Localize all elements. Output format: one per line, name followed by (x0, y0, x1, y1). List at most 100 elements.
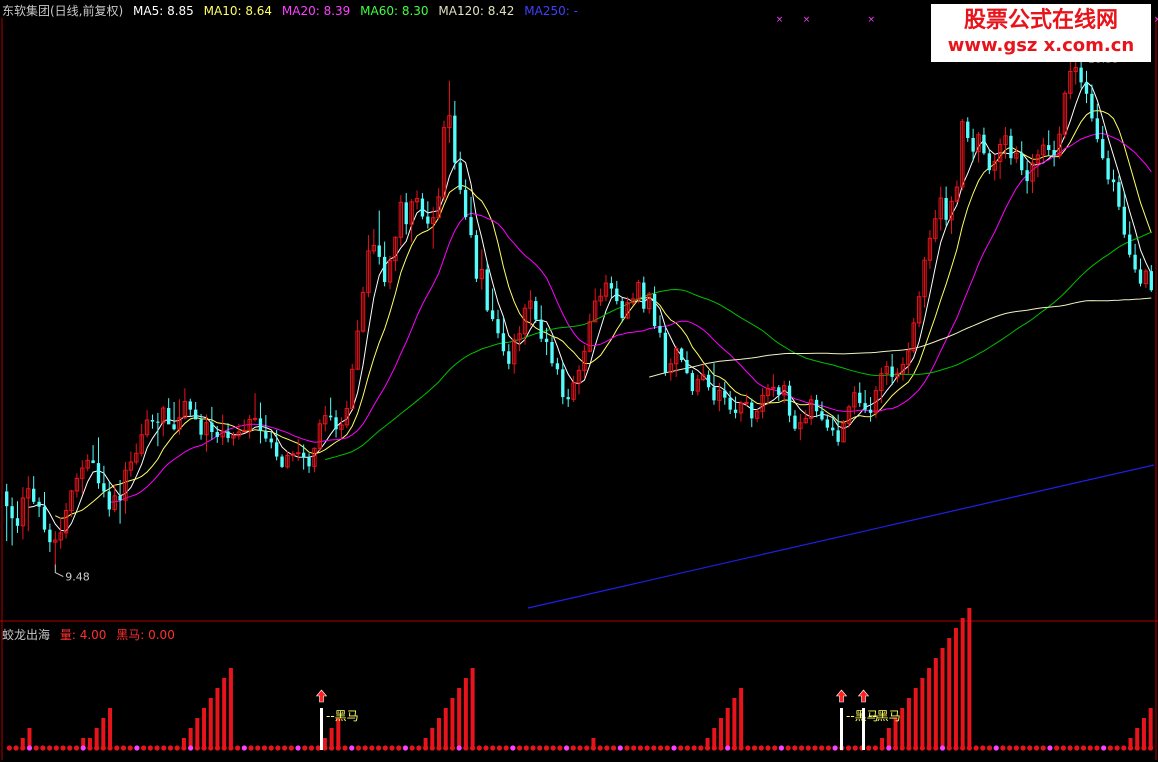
candle-body-down (615, 288, 619, 302)
indicator-baseline-dot (973, 745, 979, 751)
indicator-baseline-dot (886, 745, 892, 751)
indicator-baseline-dot (892, 745, 899, 751)
indicator-bar (712, 728, 717, 748)
indicator-baseline-dot (349, 745, 355, 751)
indicator-baseline-dot (590, 745, 597, 751)
candle-body-down (1149, 271, 1153, 291)
candle-body-down (1111, 179, 1116, 183)
indicator-baseline-dot (1067, 745, 1073, 751)
candle-body-down (539, 319, 543, 339)
candle-body-down (226, 431, 230, 438)
low-price-label: 9.48 (65, 571, 90, 584)
indicator-baseline-dot (33, 745, 39, 751)
indicator-baseline-dot (255, 745, 261, 751)
indicator-baseline-dot (624, 745, 630, 751)
indicator-bar (940, 648, 945, 748)
indicator-baseline-dot (228, 745, 234, 751)
indicator-bar (913, 688, 918, 748)
candle-body-down (1020, 153, 1024, 171)
indicator-baseline-dot (282, 745, 288, 751)
candle-body-down (863, 403, 867, 410)
indicator-baseline-dot (73, 745, 80, 751)
indicator-baseline-dot (993, 745, 999, 751)
candle-body-down (269, 438, 273, 443)
indicator-baseline-dot (248, 745, 254, 751)
signal-label: --黑马 (326, 709, 359, 723)
indicator-baseline-dot (557, 745, 563, 751)
candle-body-down (793, 415, 797, 429)
indicator-baseline-dot (396, 745, 402, 751)
indicator-bar (1148, 708, 1153, 748)
candle-body-down (1025, 170, 1029, 182)
indicator-baseline-dot (389, 745, 395, 751)
indicator-baseline-dot (516, 745, 523, 751)
candle-body-down (1052, 150, 1056, 156)
indicator-baseline-dot (134, 745, 140, 751)
indicator-bar (1141, 718, 1146, 748)
indicator-baseline-dot (268, 745, 274, 751)
candle-body-down (706, 374, 711, 388)
candle-body-down (507, 351, 511, 364)
ma20-value: MA20: 8.39 (281, 4, 351, 18)
indicator-baseline-dot (725, 745, 731, 751)
indicator-baseline-dot (422, 745, 429, 751)
indicator-baseline-dot (1033, 745, 1040, 751)
candle-body-down (1128, 234, 1132, 255)
indicator-baseline-dot (329, 745, 335, 751)
candle-body-down (836, 430, 840, 442)
candle-body-down (544, 338, 549, 342)
indicator-bar (27, 728, 32, 748)
indicator-bar (463, 678, 468, 748)
indicator-baseline-dot (214, 745, 221, 751)
indicator-baseline-dot (221, 745, 227, 751)
signal-bar (862, 708, 865, 750)
candle-body-down (1122, 206, 1126, 235)
indicator-bar (195, 718, 200, 748)
indicator-baseline-dot (631, 745, 637, 751)
indicator-bar (329, 728, 334, 748)
indicator-baseline-dot (382, 745, 388, 751)
candle-body-down (274, 442, 279, 457)
stock-name[interactable]: 东软集团(日线,前复权) (2, 4, 123, 18)
indicator-baseline-dot (657, 745, 664, 751)
candle-body-down (150, 420, 155, 422)
indicator-baseline-dot (926, 745, 932, 751)
indicator-baseline-dot (20, 745, 26, 751)
indicator-bar (732, 698, 737, 748)
indicator-baseline-dot (986, 745, 993, 751)
indicator-baseline-dot (342, 745, 348, 751)
indicator-baseline-dot (114, 745, 120, 751)
indicator-name[interactable]: 蛟龙出海 (2, 628, 50, 642)
indicator-baseline-dot (872, 745, 878, 751)
indicator-baseline-dot (261, 745, 268, 751)
top-marker-x: × (803, 15, 811, 25)
candle-body-down (5, 491, 9, 507)
indicator-bar (228, 668, 233, 748)
kline-chart-canvas[interactable]: ××××××××× 18.359.48 --黑马--黑马--黑马 (0, 0, 1158, 762)
candle-body-down (15, 518, 20, 526)
candle-body-down (264, 430, 268, 439)
candle-body-down (10, 506, 14, 519)
indicator-baseline-dot (765, 745, 771, 751)
indicator-baseline-dot (751, 745, 758, 751)
indicator-baseline-dot (563, 745, 570, 751)
indicator-baseline-dot (577, 745, 583, 751)
indicator-baseline-dot (805, 745, 811, 751)
indicator-baseline-dot (1027, 745, 1033, 751)
candle-body-down (1117, 182, 1121, 207)
candle-body-down (982, 134, 986, 154)
indicator-baseline-dot (745, 745, 751, 751)
indicator-baseline-dot (429, 745, 435, 751)
indicator-baseline-dot (463, 745, 469, 751)
indicator-bar (215, 688, 220, 748)
candle-body-down (620, 301, 624, 318)
candle-body-down (426, 216, 430, 224)
indicator-baseline-dot (1127, 745, 1134, 751)
candle-body-down (825, 419, 830, 428)
indicator-bar (202, 708, 207, 748)
watermark-url: www.gsz x.com.cn (947, 35, 1135, 56)
indicator-baseline-dot (241, 745, 247, 751)
candle-body-down (215, 432, 219, 437)
top-marker-x: × (776, 15, 784, 25)
indicator-bar (933, 658, 938, 748)
